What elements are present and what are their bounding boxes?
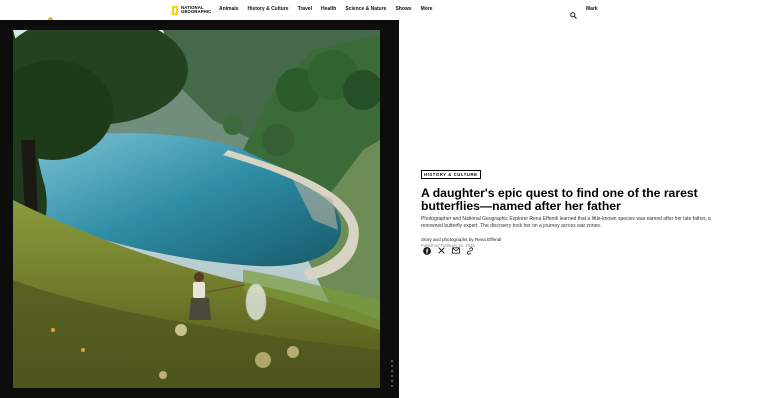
search-icon[interactable] — [570, 6, 577, 19]
facebook-icon[interactable] — [422, 246, 431, 255]
category-tag[interactable]: History & Culture — [421, 170, 481, 179]
account-link[interactable]: Mark — [586, 6, 598, 12]
article-header: History & Culture A daughter's epic ques… — [421, 163, 721, 249]
nav-item-more[interactable]: More — [421, 6, 433, 12]
email-icon[interactable] — [451, 246, 460, 255]
nav-item-science-nature[interactable]: Science & Nature — [345, 6, 386, 12]
nav-item-history-culture[interactable]: History & Culture — [247, 6, 288, 12]
yellow-border-logo-icon — [172, 5, 178, 15]
link-icon[interactable] — [466, 246, 475, 255]
hero-photo-frame — [0, 20, 399, 398]
nav-item-health[interactable]: Health — [321, 6, 336, 12]
logo-line-2: GEOGRAPHIC — [181, 9, 212, 14]
hero-photo — [13, 30, 380, 388]
nav-item-animals[interactable]: Animals — [219, 6, 238, 12]
nav-item-travel[interactable]: Travel — [298, 6, 312, 12]
natgeo-logo[interactable]: NATIONAL GEOGRAPHIC — [172, 4, 211, 16]
share-bar — [422, 246, 480, 255]
film-edge-marks — [391, 360, 393, 390]
site-header: NATIONAL GEOGRAPHIC Animals History & Cu… — [0, 0, 768, 22]
article-dek: Photographer and National Geographic Exp… — [421, 216, 711, 230]
article-headline: A daughter's epic quest to find one of t… — [421, 186, 698, 214]
main-nav: Animals History & Culture Travel Health … — [219, 6, 442, 12]
nav-item-shows[interactable]: Shows — [395, 6, 411, 12]
x-icon[interactable] — [437, 246, 446, 255]
